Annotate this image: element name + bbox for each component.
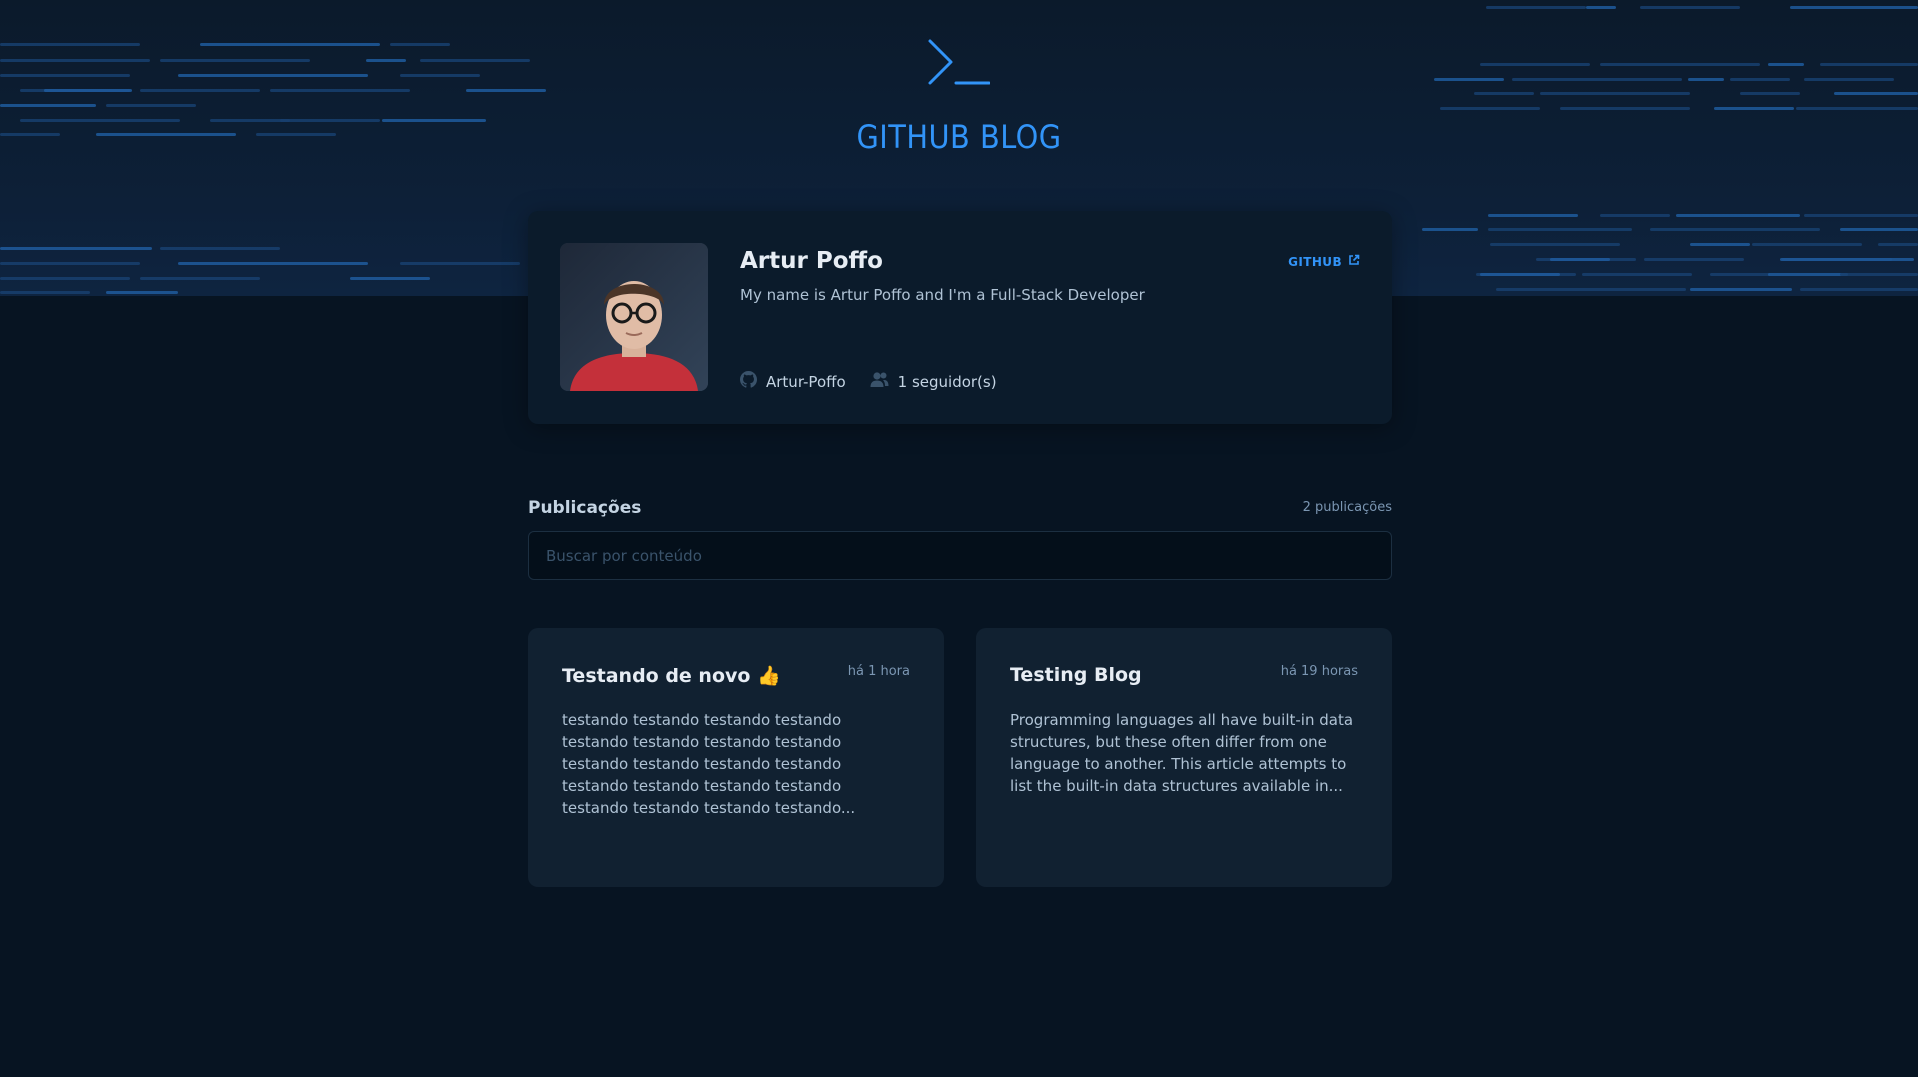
- post-excerpt: testando testando testando testando test…: [562, 711, 856, 817]
- post-title: Testando de novo 👍: [562, 665, 781, 687]
- username: Artur-Poffo: [766, 372, 846, 391]
- post-time: há 19 horas: [1280, 664, 1358, 679]
- github-link-label: GITHUB: [1288, 254, 1342, 269]
- terminal-prompt-icon: [920, 36, 991, 90]
- publications-title: Publicações: [528, 498, 642, 518]
- profile-card: Artur Poffo My name is Artur Poffo and I…: [528, 211, 1392, 424]
- post-time: há 1 hora: [847, 664, 910, 679]
- post-excerpt: Programming languages all have built-in …: [1010, 711, 1354, 795]
- followers-item: 1 seguidor(s): [870, 371, 997, 392]
- profile-bio: My name is Artur Poffo and I'm a Full-St…: [740, 286, 1145, 304]
- avatar: [560, 243, 708, 391]
- users-icon: [870, 371, 889, 392]
- post-card[interactable]: Testing Blog há 19 horas Programming lan…: [976, 628, 1392, 887]
- post-title: Testing Blog: [1010, 664, 1142, 686]
- username-item: Artur-Poffo: [740, 371, 846, 392]
- brand-title: GITHUB BLOG: [856, 118, 1062, 156]
- profile-name: Artur Poffo: [740, 248, 883, 274]
- post-card[interactable]: Testando de novo 👍 há 1 hora testando te…: [528, 628, 944, 887]
- followers-count: 1 seguidor(s): [897, 372, 997, 391]
- search-input[interactable]: [528, 531, 1392, 580]
- github-link[interactable]: GITHUB: [1288, 254, 1360, 269]
- publications-count: 2 publicações: [1302, 500, 1392, 515]
- github-icon: [740, 371, 757, 392]
- profile-meta: Artur-Poffo 1 seguidor(s): [740, 371, 997, 392]
- external-link-icon: [1348, 254, 1360, 269]
